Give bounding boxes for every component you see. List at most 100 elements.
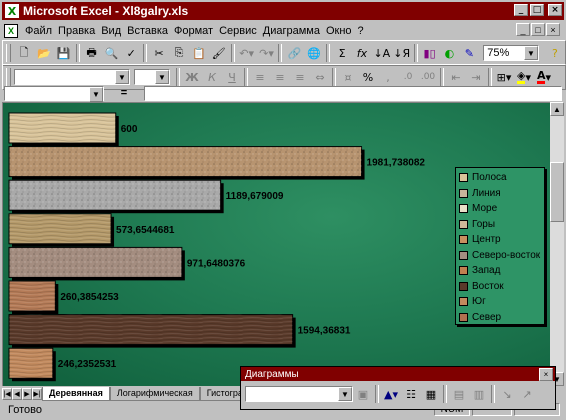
doc-close-button[interactable]: ×: [546, 23, 560, 36]
menu-insert[interactable]: Вставка: [124, 25, 171, 37]
menu-help[interactable]: ?: [355, 25, 367, 37]
legend-entry[interactable]: Центр: [459, 232, 544, 248]
angle-text-down-icon[interactable]: ↘: [497, 384, 517, 404]
vertical-scrollbar[interactable]: ▲ ▼: [550, 102, 564, 386]
last-sheet-icon[interactable]: ▶|: [32, 387, 42, 400]
menu-file[interactable]: Файл: [22, 25, 55, 37]
sort-desc-icon[interactable]: ↓Я: [392, 43, 412, 63]
chart-objects-combo[interactable]: ▼: [245, 386, 353, 402]
save-icon[interactable]: 💾: [54, 43, 74, 63]
legend-icon[interactable]: ☷: [401, 384, 421, 404]
legend-entry[interactable]: Северо-восток: [459, 248, 544, 264]
standard-toolbar: 🗋 📂 💾 🖶 🔍 ✓ ✂ ⎘ 📋 🖌 ↶▾ ↷▾ 🔗 🌐 Σ fx ↓A ↓Я…: [2, 40, 566, 66]
legend-label: Запад: [472, 265, 501, 277]
format-painter-icon[interactable]: 🖌: [209, 43, 229, 63]
first-sheet-icon[interactable]: |◀: [2, 387, 12, 400]
drawing-icon[interactable]: ✎: [459, 43, 479, 63]
bar-data-label: 1981,738082: [367, 158, 426, 169]
legend-label: Полоса: [472, 172, 507, 184]
close-button[interactable]: ×: [548, 4, 562, 16]
angle-text-up-icon[interactable]: ↗: [517, 384, 537, 404]
menu-chart[interactable]: Диаграмма: [260, 25, 323, 37]
cut-icon[interactable]: ✂: [149, 43, 169, 63]
map-icon[interactable]: ◐: [440, 43, 460, 63]
legend-entry[interactable]: Север: [459, 310, 544, 326]
data-table-icon[interactable]: ▦: [421, 384, 441, 404]
autosum-icon[interactable]: Σ: [332, 43, 352, 63]
legend-entry[interactable]: Полоса: [459, 170, 544, 186]
legend-entry[interactable]: Линия: [459, 186, 544, 202]
new-icon[interactable]: 🗋: [14, 43, 34, 63]
redo-icon[interactable]: ↷▾: [257, 43, 277, 63]
chart-toolbar-floating[interactable]: Диаграммы × ▼ ▣ ▲▾ ☷ ▦ ▤ ▥ ↘ ↗: [240, 366, 556, 410]
minimize-button[interactable]: _: [514, 4, 528, 16]
prev-sheet-icon[interactable]: ◀: [12, 387, 22, 400]
legend-label: Море: [472, 203, 498, 215]
legend-entry[interactable]: Горы: [459, 217, 544, 233]
maximize-button[interactable]: □: [530, 4, 544, 16]
web-icon[interactable]: 🌐: [304, 43, 324, 63]
spell-icon[interactable]: ✓: [121, 43, 141, 63]
preview-icon[interactable]: 🔍: [101, 43, 121, 63]
document-buttons: _ □ ×: [516, 23, 560, 36]
close-icon[interactable]: ×: [539, 368, 553, 381]
excel-window: X Microsoft Excel - Xl8galry.xls _ □ × X…: [0, 0, 566, 420]
bar-texture: [9, 348, 53, 379]
font-name-combo[interactable]: ▼: [14, 69, 130, 85]
doc-restore-button[interactable]: □: [531, 23, 545, 36]
menu-window[interactable]: Окно: [323, 25, 355, 37]
legend-entry[interactable]: Море: [459, 201, 544, 217]
legend-label: Юг: [472, 296, 486, 308]
scroll-thumb[interactable]: [550, 162, 564, 222]
menu-view[interactable]: Вид: [98, 25, 124, 37]
font-size-combo[interactable]: ▼: [134, 69, 170, 85]
function-icon[interactable]: fx: [352, 43, 372, 63]
menu-edit[interactable]: Правка: [55, 25, 98, 37]
formula-input[interactable]: [144, 85, 562, 101]
by-column-icon[interactable]: ▥: [469, 384, 489, 404]
chart-type-icon[interactable]: ▲▾: [381, 384, 401, 404]
chevron-down-icon[interactable]: ▼: [338, 387, 352, 401]
chevron-down-icon[interactable]: ▼: [523, 46, 538, 60]
chevron-down-icon[interactable]: ▼: [115, 70, 129, 84]
legend-entry[interactable]: Юг: [459, 294, 544, 310]
help-icon[interactable]: ?: [545, 43, 565, 63]
format-selected-icon[interactable]: ▣: [353, 384, 373, 404]
bar-data-label: 246,2352531: [58, 359, 117, 370]
scroll-up-icon[interactable]: ▲: [550, 102, 564, 116]
paste-icon[interactable]: 📋: [189, 43, 209, 63]
hyperlink-icon[interactable]: 🔗: [284, 43, 304, 63]
by-row-icon[interactable]: ▤: [449, 384, 469, 404]
bar-texture: [9, 314, 293, 345]
next-sheet-icon[interactable]: ▶: [22, 387, 32, 400]
separator: [143, 44, 148, 62]
toolbar-grip[interactable]: [6, 44, 11, 62]
undo-icon[interactable]: ↶▾: [237, 43, 257, 63]
title-bar[interactable]: X Microsoft Excel - Xl8galry.xls _ □ ×: [2, 2, 564, 20]
copy-icon[interactable]: ⎘: [169, 43, 189, 63]
zoom-combo[interactable]: 75% ▼: [483, 45, 539, 61]
bar-data-label: 971,6480376: [187, 258, 246, 269]
bar-texture: [9, 113, 116, 143]
document-icon[interactable]: X: [4, 23, 18, 38]
chart-wizard-icon[interactable]: ▮▯: [420, 43, 440, 63]
legend-entry[interactable]: Запад: [459, 263, 544, 279]
sheet-tab[interactable]: Логарифмическая: [109, 386, 200, 401]
legend-label: Центр: [472, 234, 501, 246]
chevron-down-icon[interactable]: ▼: [155, 70, 169, 84]
chart-toolbar-title-bar[interactable]: Диаграммы ×: [241, 367, 555, 381]
sort-asc-icon[interactable]: ↓A: [372, 43, 392, 63]
sheet-tab-active[interactable]: Деревянная: [42, 386, 110, 401]
menu-format[interactable]: Формат: [171, 25, 216, 37]
chart-legend[interactable]: Полоса Линия Море Горы Центр Северо-восток Зап…: [455, 167, 545, 325]
print-icon[interactable]: 🖶: [82, 43, 102, 63]
open-icon[interactable]: 📂: [34, 43, 54, 63]
bar-texture: [9, 213, 112, 244]
chart-toolbar-row: ▼ ▣ ▲▾ ☷ ▦ ▤ ▥ ↘ ↗: [241, 381, 555, 407]
legend-entry[interactable]: Восток: [459, 279, 544, 295]
menu-tools[interactable]: Сервис: [216, 25, 260, 37]
excel-app-icon[interactable]: X: [5, 4, 19, 18]
doc-minimize-button[interactable]: _: [516, 23, 530, 36]
name-box[interactable]: ▼: [4, 85, 104, 102]
chevron-down-icon[interactable]: ▼: [89, 86, 103, 102]
